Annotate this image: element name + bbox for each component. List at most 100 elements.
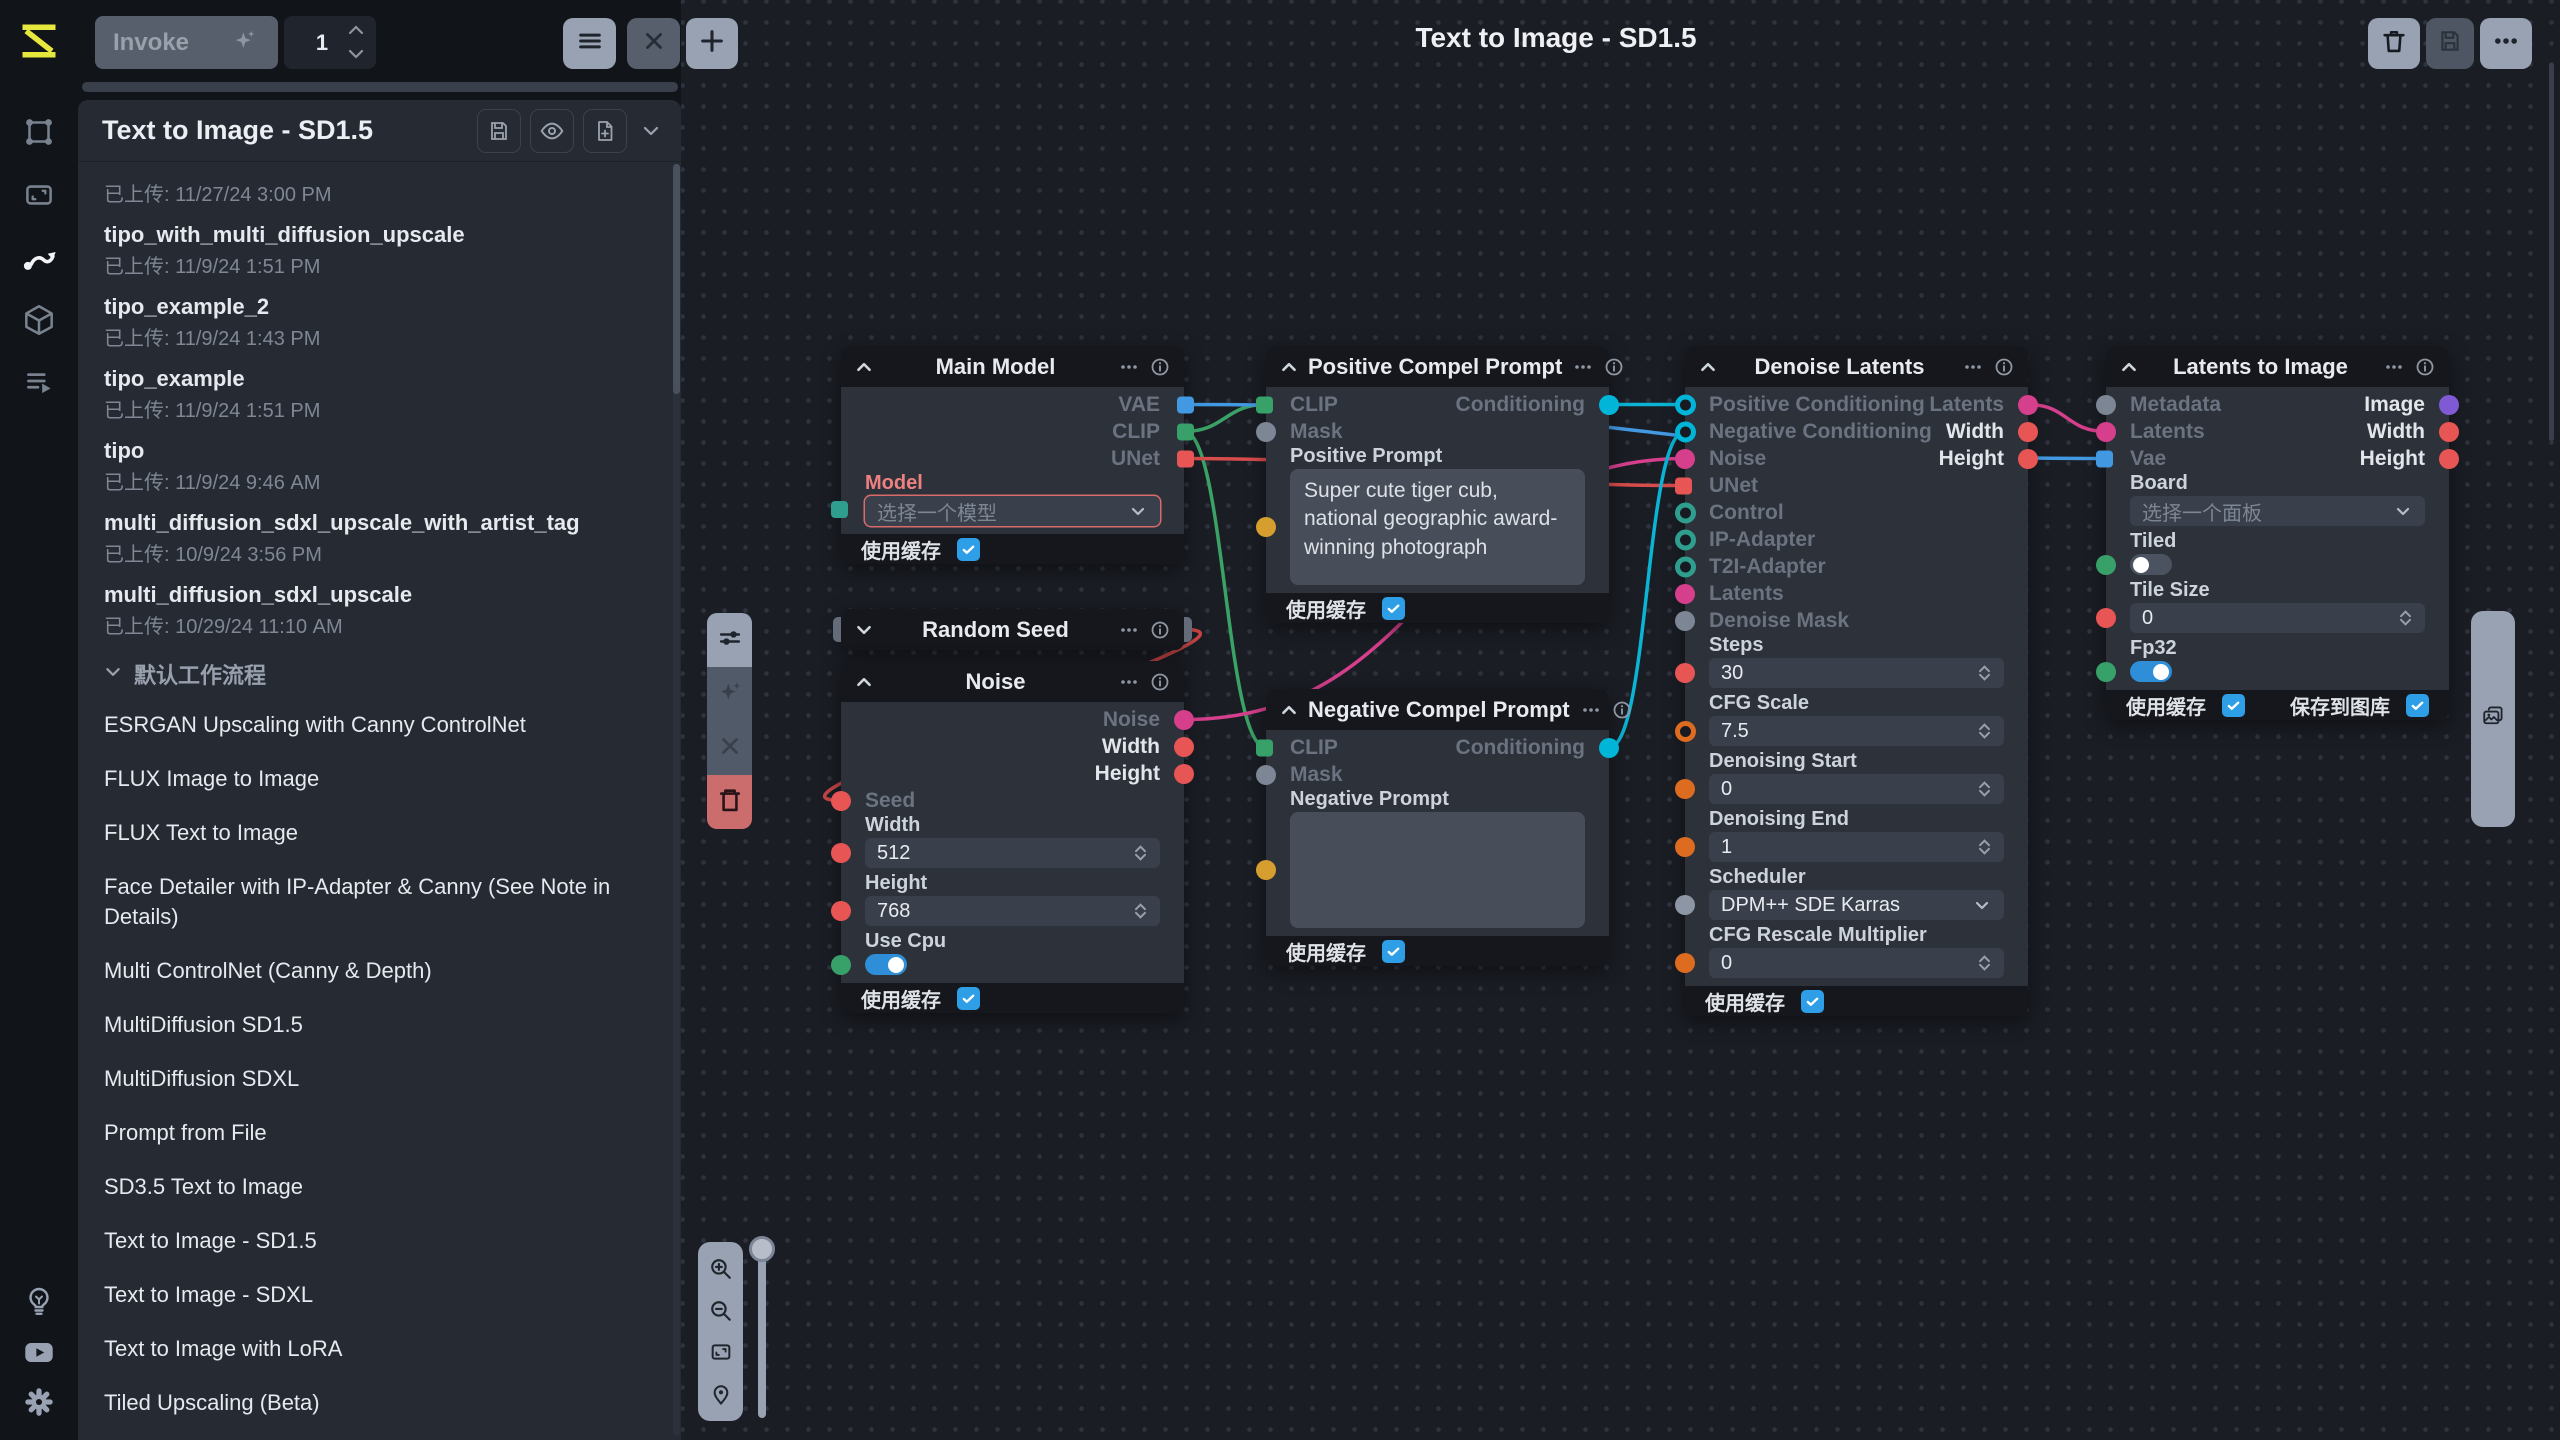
gallery-panel-toggle[interactable]	[2471, 611, 2515, 827]
workflow-list-item[interactable]: Face Detailer with IP-Adapter & Canny (S…	[104, 872, 655, 932]
prompt-textarea[interactable]: Super cute tiger cub, national geographi…	[1290, 469, 1585, 585]
port-handle-unet[interactable]	[1675, 477, 1692, 494]
toggle-switch[interactable]	[2130, 661, 2172, 682]
port-handle-height[interactable]	[2439, 449, 2459, 469]
stepper-buttons[interactable]	[2398, 609, 2413, 627]
panel-collapse-button[interactable]	[633, 109, 669, 153]
node-latents-to-image[interactable]: Latents to ImageMetadataImageLatentsWidt…	[2106, 346, 2449, 720]
node-collapse-button[interactable]	[1699, 358, 1717, 376]
zoom-out-button[interactable]	[703, 1293, 739, 1329]
view-workflow-button[interactable]	[530, 109, 574, 153]
port-handle-positive-prompt[interactable]	[1256, 517, 1276, 537]
port-handle-tile-size[interactable]	[2096, 608, 2116, 628]
cancel-queue-button[interactable]	[627, 18, 680, 69]
port-handle-fp32[interactable]	[2096, 662, 2116, 682]
menu-button[interactable]	[563, 18, 616, 69]
port-handle-denoising-start[interactable]	[1675, 779, 1695, 799]
add-node-button[interactable]	[686, 18, 738, 69]
node-collapse-button[interactable]	[2120, 358, 2138, 376]
port-handle-negative-conditioning[interactable]	[1675, 421, 1696, 442]
stepper-buttons[interactable]	[1977, 780, 1992, 798]
dropdown[interactable]: DPM++ SDE Karras	[1709, 890, 2004, 920]
port-handle-use-cpu[interactable]	[831, 955, 851, 975]
node-menu-icon[interactable]	[1118, 357, 1140, 377]
node-header[interactable]: Main Model	[841, 346, 1184, 387]
checkbox[interactable]	[1382, 597, 1405, 620]
node-main-model[interactable]: Main ModelVAECLIPUNetModel选择一个模型使用缓存	[841, 346, 1184, 564]
workflow-list-item[interactable]: tipo已上传: 11/9/24 9:46 AM	[104, 436, 655, 496]
port-handle-width[interactable]	[2018, 422, 2038, 442]
number-input[interactable]: 512	[865, 838, 1160, 868]
workflow-list-item[interactable]: Text to Image - SDXL	[104, 1280, 655, 1310]
checkbox[interactable]	[957, 987, 980, 1010]
port-handle-unet[interactable]	[1177, 450, 1194, 467]
port-handle-cfg-rescale-multiplier[interactable]	[1675, 953, 1695, 973]
checkbox[interactable]	[957, 538, 980, 561]
workflow-list-item[interactable]: FLUX Text to Image	[104, 818, 655, 848]
stepper-buttons[interactable]	[1133, 902, 1148, 920]
toggle-switch[interactable]	[2130, 554, 2172, 575]
node-header[interactable]: Latents to Image	[2106, 346, 2449, 387]
workflow-list-item[interactable]: Text to Image with LoRA	[104, 1334, 655, 1364]
prompt-textarea[interactable]	[1290, 812, 1585, 928]
node-header[interactable]: Positive Compel Prompt	[1266, 346, 1609, 387]
checkbox[interactable]	[1382, 940, 1405, 963]
default-workflows-section-header[interactable]: 默认工作流程	[104, 658, 655, 690]
node-header[interactable]: Negative Compel Prompt	[1266, 689, 1609, 730]
number-input[interactable]: 0	[1709, 948, 2004, 978]
node-menu-icon[interactable]	[1118, 620, 1140, 640]
canvas-scrollbar[interactable]	[2549, 63, 2554, 441]
location-pin-button[interactable]	[703, 1376, 739, 1412]
dropdown[interactable]: 选择一个面板	[2130, 496, 2425, 526]
settings-button[interactable]	[0, 1382, 78, 1426]
port-handle-conditioning[interactable]	[1599, 395, 1619, 415]
workflow-list-item[interactable]: ESRGAN Upscaling with Canny ControlNet	[104, 710, 655, 740]
workflow-list-item[interactable]: multi_diffusion_sdxl_upscale已上传: 10/29/2…	[104, 580, 655, 640]
new-workflow-button[interactable]	[583, 109, 627, 153]
checkbox[interactable]	[1801, 990, 1824, 1013]
number-input[interactable]: 30	[1709, 658, 2004, 688]
stepper-buttons[interactable]	[1133, 844, 1148, 862]
tab-models[interactable]	[0, 300, 78, 344]
port-handle-conditioning[interactable]	[1599, 738, 1619, 758]
workflow-list-item[interactable]: Prompt from File	[104, 1118, 655, 1148]
port-handle-width[interactable]	[2439, 422, 2459, 442]
collapsed-port-stub[interactable]	[1184, 617, 1192, 642]
node-menu-icon[interactable]	[1118, 672, 1140, 692]
node-collapse-button[interactable]	[1280, 358, 1298, 376]
node-header[interactable]: Noise	[841, 661, 1184, 702]
workflow-list-item[interactable]: SD3.5 Text to Image	[104, 1172, 655, 1202]
workflow-list-item[interactable]: tipo_example已上传: 11/9/24 1:51 PM	[104, 364, 655, 424]
port-handle-image[interactable]	[2439, 395, 2459, 415]
port-handle-seed[interactable]	[831, 791, 851, 811]
delete-workflow-button[interactable]	[2368, 18, 2420, 69]
number-input[interactable]: 768	[865, 896, 1160, 926]
port-handle-ip-adapter[interactable]	[1675, 529, 1696, 550]
node-random-seed[interactable]: Random Seed	[841, 609, 1184, 650]
port-handle-latents[interactable]	[2018, 395, 2038, 415]
zoom-in-button[interactable]	[703, 1251, 739, 1287]
port-handle-negative-prompt[interactable]	[1256, 860, 1276, 880]
node-denoise-latents[interactable]: Denoise LatentsPositive ConditioningLate…	[1685, 346, 2028, 1016]
node-collapse-button[interactable]	[855, 673, 873, 691]
port-handle-control[interactable]	[1675, 502, 1696, 523]
node-menu-icon[interactable]	[1572, 357, 1594, 377]
port-handle-latents[interactable]	[1675, 584, 1695, 604]
node-collapse-button[interactable]	[855, 621, 873, 639]
port-handle-mask[interactable]	[1256, 765, 1276, 785]
increment-icon[interactable]	[348, 22, 364, 40]
field-settings-button[interactable]	[707, 613, 752, 667]
port-handle-noise[interactable]	[1675, 449, 1695, 469]
port-handle-clip[interactable]	[1256, 739, 1273, 756]
port-handle-cfg-scale[interactable]	[1675, 721, 1696, 742]
number-input[interactable]: 0	[2130, 603, 2425, 633]
port-handle-steps[interactable]	[1675, 663, 1695, 683]
stepper-buttons[interactable]	[1977, 954, 1992, 972]
stepper-buttons[interactable]	[1977, 722, 1992, 740]
port-handle-metadata[interactable]	[2096, 395, 2116, 415]
support-button[interactable]	[0, 1282, 78, 1326]
node-negative-compel[interactable]: Negative Compel PromptCLIPConditioningMa…	[1266, 689, 1609, 966]
port-handle-denoising-end[interactable]	[1675, 837, 1695, 857]
checkbox[interactable]	[2406, 694, 2429, 717]
collapsed-port-stub[interactable]	[833, 617, 841, 642]
